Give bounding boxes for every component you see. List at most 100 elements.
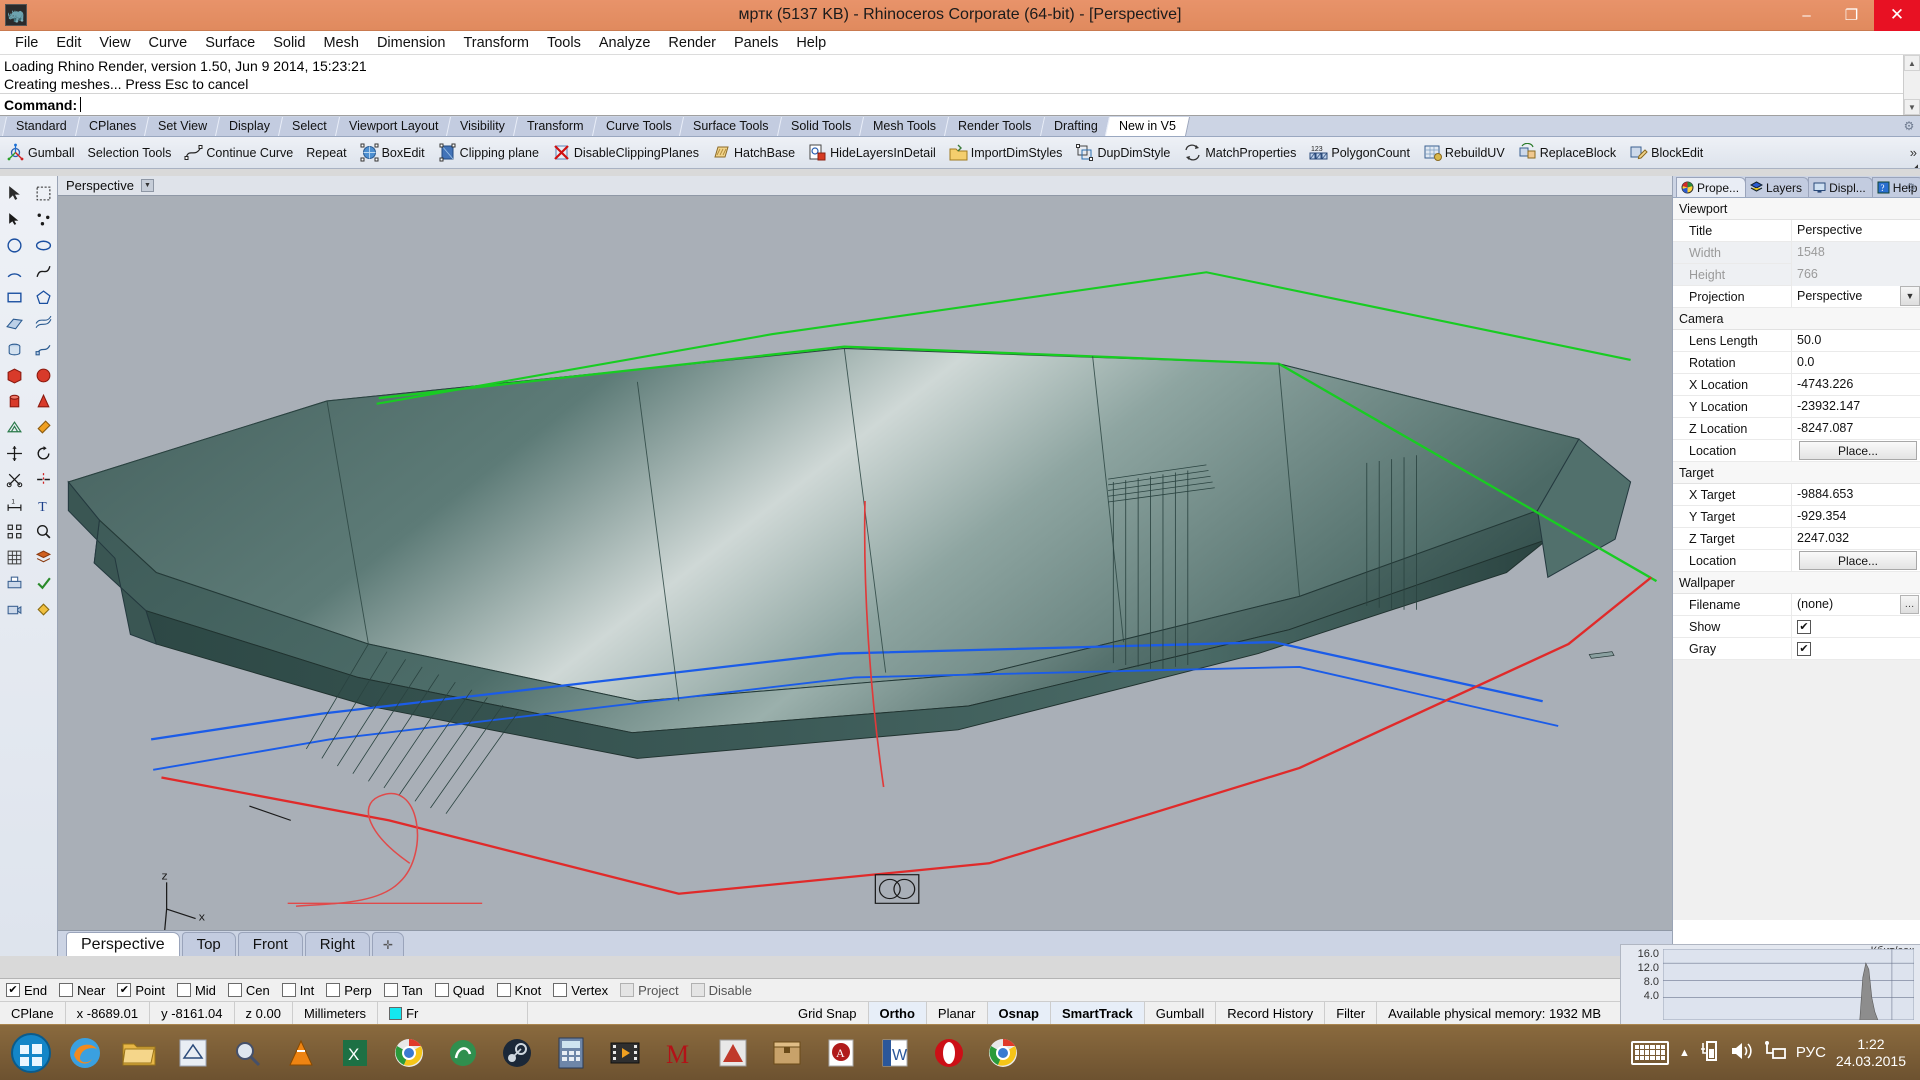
magnifier-icon[interactable] bbox=[220, 1026, 274, 1080]
calculator-icon[interactable] bbox=[544, 1026, 598, 1080]
select-window-icon[interactable] bbox=[29, 180, 58, 206]
cone-icon[interactable] bbox=[274, 1026, 328, 1080]
chevron-down-icon[interactable]: ◢ bbox=[1913, 163, 1918, 168]
arc-icon[interactable] bbox=[0, 258, 29, 284]
m-icon[interactable]: M bbox=[652, 1026, 706, 1080]
checkbox[interactable] bbox=[176, 983, 191, 997]
menu-curve[interactable]: Curve bbox=[140, 33, 197, 53]
network-meter[interactable]: Кбит/сек 16.0 12.0 8.0 4.0 bbox=[1620, 944, 1920, 1024]
checkbox[interactable]: ✔ bbox=[117, 983, 132, 997]
panel-tab-layers[interactable]: Layers bbox=[1745, 177, 1810, 197]
polygon-icon[interactable] bbox=[29, 284, 58, 310]
viewport-tab-add[interactable]: ✛ bbox=[371, 932, 404, 956]
viewport-tab-perspective[interactable]: Perspective bbox=[66, 932, 180, 956]
checkbox[interactable] bbox=[383, 983, 398, 997]
toolbar-tab-render-tools[interactable]: Render Tools bbox=[944, 117, 1046, 136]
chrome-icon[interactable] bbox=[382, 1026, 436, 1080]
property-row-show[interactable]: Show ✔ bbox=[1673, 615, 1920, 638]
chevron-down-icon[interactable]: ▼ bbox=[140, 179, 154, 192]
toolbar-tab-curve-tools[interactable]: Curve Tools bbox=[591, 117, 686, 136]
status-toggle-ortho[interactable]: Ortho bbox=[868, 1001, 927, 1025]
minimize-button[interactable]: – bbox=[1784, 0, 1829, 31]
property-row-z-location[interactable]: Z Location -8247.087 bbox=[1673, 417, 1920, 440]
show-checkbox[interactable]: ✔ bbox=[1797, 619, 1811, 634]
status-toggle-grid-snap[interactable]: Grid Snap bbox=[787, 1001, 869, 1025]
status-toggle-gumball[interactable]: Gumball bbox=[1145, 1001, 1217, 1025]
chevron-down-icon[interactable]: ▼ bbox=[1900, 285, 1920, 306]
status-toggle-smarttrack[interactable]: SmartTrack bbox=[1050, 1001, 1145, 1025]
transform-rotate-icon[interactable] bbox=[29, 440, 58, 466]
steam-icon[interactable] bbox=[490, 1026, 544, 1080]
viewport-tab-right[interactable]: Right bbox=[304, 932, 370, 956]
status-toggle-filter[interactable]: Filter bbox=[1325, 1001, 1378, 1025]
menu-surface[interactable]: Surface bbox=[196, 33, 264, 53]
gear-icon[interactable]: ⚙ bbox=[1902, 119, 1916, 133]
toolbar-button-disable-clipping-planes[interactable]: DisableClippingPlanes bbox=[552, 143, 699, 162]
array-icon[interactable] bbox=[0, 518, 29, 544]
volume-icon[interactable] bbox=[1730, 1040, 1754, 1065]
network-icon[interactable] bbox=[1764, 1040, 1786, 1065]
trim-icon[interactable] bbox=[0, 466, 29, 492]
panel-tab-display[interactable]: Displ... bbox=[1808, 177, 1873, 197]
clock[interactable]: 1:22 24.03.2015 bbox=[1836, 1036, 1912, 1070]
toolbar-button-repeat[interactable]: Repeat bbox=[306, 146, 346, 160]
toolbar-button-match-properties[interactable]: MatchProperties bbox=[1183, 143, 1296, 162]
osnap-perp[interactable]: Perp bbox=[326, 983, 372, 998]
property-row-y-target[interactable]: Y Target -929.354 bbox=[1673, 505, 1920, 528]
layer-color-swatch[interactable] bbox=[389, 1006, 403, 1020]
property-row-x-target[interactable]: X Target -9884.653 bbox=[1673, 483, 1920, 506]
status-units[interactable]: Millimeters bbox=[293, 1001, 379, 1025]
ellipse-icon[interactable] bbox=[29, 232, 58, 258]
property-row-gray[interactable]: Gray ✔ bbox=[1673, 637, 1920, 660]
gray-checkbox[interactable]: ✔ bbox=[1797, 641, 1811, 656]
menu-edit[interactable]: Edit bbox=[47, 33, 90, 53]
menu-solid[interactable]: Solid bbox=[264, 33, 314, 53]
analyze-icon[interactable] bbox=[29, 518, 58, 544]
dimension-icon[interactable]: 1 bbox=[0, 492, 29, 518]
osnap-near[interactable]: Near bbox=[59, 983, 105, 998]
toolbar-tab-drafting[interactable]: Drafting bbox=[1039, 117, 1112, 136]
solid-sphere-icon[interactable] bbox=[29, 362, 58, 388]
menu-tools[interactable]: Tools bbox=[538, 33, 590, 53]
points-multi-icon[interactable] bbox=[29, 206, 58, 232]
toolbar-button-block-edit[interactable]: BlockEdit bbox=[1629, 143, 1703, 162]
property-value[interactable]: 0.0 bbox=[1791, 351, 1920, 374]
scroll-down-icon[interactable]: ▼ bbox=[1904, 99, 1920, 115]
menu-help[interactable]: Help bbox=[787, 33, 835, 53]
property-value-wrap[interactable]: … (none) bbox=[1791, 593, 1920, 616]
menu-dimension[interactable]: Dimension bbox=[368, 33, 455, 53]
folder-icon[interactable] bbox=[112, 1026, 166, 1080]
property-value[interactable]: 2247.032 bbox=[1791, 527, 1920, 550]
toolbar-button-gumball[interactable]: Gumball ◢ bbox=[6, 143, 1918, 168]
autocad-icon[interactable] bbox=[706, 1026, 760, 1080]
toolbar-tab-new-in-v5[interactable]: New in V5 bbox=[1105, 117, 1191, 136]
property-value[interactable]: -9884.653 bbox=[1791, 483, 1920, 506]
toolbar-button-clipping-plane[interactable]: Clipping plane bbox=[438, 143, 539, 162]
property-value[interactable]: Perspective bbox=[1791, 219, 1920, 242]
checkbox[interactable] bbox=[281, 983, 296, 997]
select-arrow-icon[interactable] bbox=[0, 180, 29, 206]
property-value[interactable]: -4743.226 bbox=[1791, 373, 1920, 396]
surface-loft-icon[interactable] bbox=[29, 310, 58, 336]
viewport-tab-top[interactable]: Top bbox=[181, 932, 236, 956]
menu-transform[interactable]: Transform bbox=[454, 33, 538, 53]
command-history[interactable]: Loading Rhino Render, version 1.50, Jun … bbox=[0, 55, 1920, 93]
curve-icon[interactable] bbox=[29, 258, 58, 284]
mesh-icon[interactable] bbox=[0, 414, 29, 440]
toolbar-button-boxedit[interactable]: BoxEdit bbox=[360, 143, 425, 162]
property-row-title[interactable]: Title Perspective bbox=[1673, 219, 1920, 242]
browse-button[interactable]: … bbox=[1900, 594, 1919, 614]
property-value[interactable]: -23932.147 bbox=[1791, 395, 1920, 418]
close-button[interactable]: ✕ bbox=[1874, 0, 1920, 31]
menu-mesh[interactable]: Mesh bbox=[314, 33, 367, 53]
firefox-icon[interactable] bbox=[58, 1026, 112, 1080]
gear-icon[interactable]: ⚙ bbox=[1906, 181, 1916, 194]
camera-place-button[interactable]: Place... bbox=[1799, 440, 1917, 460]
toolbar-tab-setview[interactable]: Set View bbox=[143, 117, 222, 136]
surface-plane-icon[interactable] bbox=[0, 310, 29, 336]
osnap-point[interactable]: ✔ Point bbox=[117, 983, 165, 998]
property-value[interactable]: -929.354 bbox=[1791, 505, 1920, 528]
toolbar-button-hatch-base[interactable]: HatchBase bbox=[712, 143, 795, 162]
toolbar-button-replace-block[interactable]: ReplaceBlock bbox=[1518, 142, 1616, 162]
split-icon[interactable] bbox=[29, 466, 58, 492]
